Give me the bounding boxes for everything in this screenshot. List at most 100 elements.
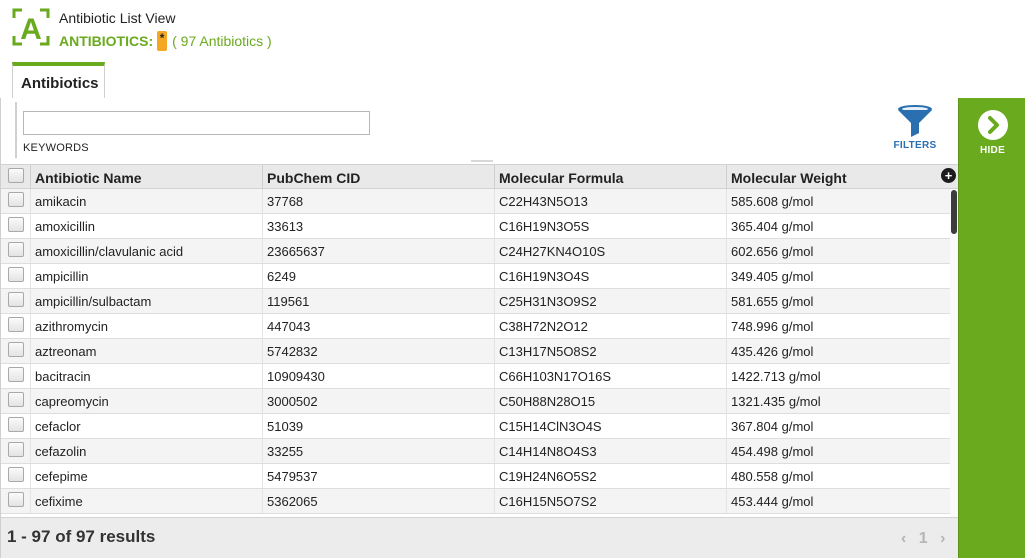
prev-page-icon[interactable]: ‹	[901, 530, 906, 547]
cell-pubchem-cid: 51039	[263, 414, 495, 438]
row-select-cell	[1, 239, 31, 263]
table-row[interactable]: ampicillin/sulbactam 119561 C25H31N3O9S2 58…	[1, 289, 950, 314]
filters-button[interactable]: FILTERS	[889, 104, 941, 158]
view-title: Antibiotic List View	[59, 10, 176, 26]
row-checkbox[interactable]	[8, 242, 24, 257]
table-row[interactable]: amikacin 37768 C22H43N5O13 585.608 g/mol	[1, 189, 950, 214]
select-all-cell	[1, 165, 31, 189]
scrollbar-thumb[interactable]	[951, 190, 957, 234]
filter-bar: KEYWORDS FILTERS	[1, 98, 958, 164]
cell-pubchem-cid: 5742832	[263, 339, 495, 363]
logo-letter: A	[20, 13, 42, 46]
row-checkbox[interactable]	[8, 367, 24, 382]
table-header: Antibiotic Name PubChem CID Molecular Fo…	[1, 164, 958, 189]
divider	[15, 102, 17, 158]
cell-name: amoxicillin	[31, 214, 263, 238]
filter-badge[interactable]: *	[157, 31, 168, 51]
cell-weight: 349.405 g/mol	[731, 269, 814, 284]
row-checkbox[interactable]	[8, 217, 24, 232]
select-all-checkbox[interactable]	[8, 168, 24, 183]
cell-name: amikacin	[31, 189, 263, 213]
cell-pubchem-cid: 447043	[263, 314, 495, 338]
table-footer: 1 - 97 of 97 results ‹ 1 ›	[1, 517, 958, 558]
table-row[interactable]: cefazolin 33255 C14H14N8O4S3 454.498 g/mol	[1, 439, 950, 464]
row-checkbox[interactable]	[8, 192, 24, 207]
cell-weight: 1321.435 g/mol	[731, 394, 821, 409]
row-select-cell	[1, 189, 31, 213]
cell-name: ampicillin/sulbactam	[31, 289, 263, 313]
filters-label: FILTERS	[893, 140, 937, 151]
cell-name: cefixime	[31, 489, 263, 513]
table-row[interactable]: bacitracin 10909430 C66H103N17O16S 1422.713…	[1, 364, 950, 389]
keywords-label: KEYWORDS	[23, 142, 89, 154]
row-select-cell	[1, 314, 31, 338]
table-row[interactable]: aztreonam 5742832 C13H17N5O8S2 435.426 g/mo…	[1, 339, 950, 364]
cell-weight: 480.558 g/mol	[731, 469, 814, 484]
cell-pubchem-cid: 33613	[263, 214, 495, 238]
row-checkbox[interactable]	[8, 267, 24, 282]
cell-pubchem-cid: 23665637	[263, 239, 495, 263]
table-row[interactable]: ampicillin 6249 C16H19N3O4S 349.405 g/mol	[1, 264, 950, 289]
page-header: A Antibiotic List View ANTIBIOTICS: * ( …	[0, 0, 1025, 62]
cell-formula: C66H103N17O16S	[495, 364, 727, 388]
table-row[interactable]: azithromycin 447043 C38H72N2O12 748.996 g/m…	[1, 314, 950, 339]
cell-pubchem-cid: 5362065	[263, 489, 495, 513]
cell-name: azithromycin	[31, 314, 263, 338]
row-select-cell	[1, 214, 31, 238]
table-row[interactable]: cefixime 5362065 C16H15N5O7S2 453.444 g/mol	[1, 489, 950, 514]
table-row[interactable]: cefepime 5479537 C19H24N6O5S2 480.558 g/mol	[1, 464, 950, 489]
cell-weight: 365.404 g/mol	[731, 219, 814, 234]
tab-antibiotics[interactable]: Antibiotics	[12, 62, 105, 99]
next-page-icon[interactable]: ›	[940, 530, 945, 547]
cell-formula: C19H24N6O5S2	[495, 464, 727, 488]
cell-pubchem-cid: 10909430	[263, 364, 495, 388]
cell-pubchem-cid: 3000502	[263, 389, 495, 413]
cell-formula: C14H14N8O4S3	[495, 439, 727, 463]
row-select-cell	[1, 464, 31, 488]
antibiotics-table: Antibiotic Name PubChem CID Molecular Fo…	[1, 164, 958, 517]
cell-name: aztreonam	[31, 339, 263, 363]
cell-pubchem-cid: 6249	[263, 264, 495, 288]
row-checkbox[interactable]	[8, 467, 24, 482]
tab-bar: Antibiotics	[0, 62, 1025, 99]
column-header-formula[interactable]: Molecular Formula	[495, 165, 727, 189]
row-checkbox[interactable]	[8, 317, 24, 332]
table-row[interactable]: amoxicillin/clavulanic acid 23665637 C24H2…	[1, 239, 950, 264]
column-header-name[interactable]: Antibiotic Name	[31, 165, 263, 189]
cell-formula: C16H15N5O7S2	[495, 489, 727, 513]
row-checkbox[interactable]	[8, 417, 24, 432]
cell-name: capreomycin	[31, 389, 263, 413]
vertical-scrollbar[interactable]	[950, 189, 958, 517]
antibiotic-count: ( 97 Antibiotics )	[172, 33, 272, 49]
cell-formula: C24H27KN4O10S	[495, 239, 727, 263]
column-header-pubchem-cid[interactable]: PubChem CID	[263, 165, 495, 189]
cell-name: amoxicillin/clavulanic acid	[31, 239, 263, 263]
keywords-input[interactable]	[23, 111, 370, 135]
add-column-icon[interactable]: +	[941, 168, 956, 183]
row-select-cell	[1, 289, 31, 313]
cell-pubchem-cid: 37768	[263, 189, 495, 213]
row-checkbox[interactable]	[8, 442, 24, 457]
table-row[interactable]: capreomycin 3000502 C50H88N28O15 1321.435 g…	[1, 389, 950, 414]
table-row[interactable]: cefaclor 51039 C15H14ClN3O4S 367.804 g/mol	[1, 414, 950, 439]
cell-weight: 453.444 g/mol	[731, 494, 814, 509]
cell-weight: 367.804 g/mol	[731, 419, 814, 434]
row-select-cell	[1, 339, 31, 363]
cell-weight: 1422.713 g/mol	[731, 369, 821, 384]
row-checkbox[interactable]	[8, 492, 24, 507]
cell-weight: 581.655 g/mol	[731, 294, 814, 309]
table-row[interactable]: amoxicillin 33613 C16H19N3O5S 365.404 g/mol	[1, 214, 950, 239]
row-checkbox[interactable]	[8, 392, 24, 407]
cell-formula: C22H43N5O13	[495, 189, 727, 213]
row-checkbox[interactable]	[8, 342, 24, 357]
list-panel: KEYWORDS FILTERS Antibiotic Name PubChem…	[0, 98, 958, 558]
column-header-weight[interactable]: Molecular Weight	[727, 165, 958, 189]
hide-label: HIDE	[979, 145, 1006, 156]
cell-formula: C25H31N3O9S2	[495, 289, 727, 313]
row-select-cell	[1, 364, 31, 388]
hide-button[interactable]: HIDE	[959, 110, 1025, 160]
cell-weight: 602.656 g/mol	[731, 244, 814, 259]
cell-name: cefazolin	[31, 439, 263, 463]
page-number[interactable]: 1	[919, 530, 928, 547]
row-checkbox[interactable]	[8, 292, 24, 307]
